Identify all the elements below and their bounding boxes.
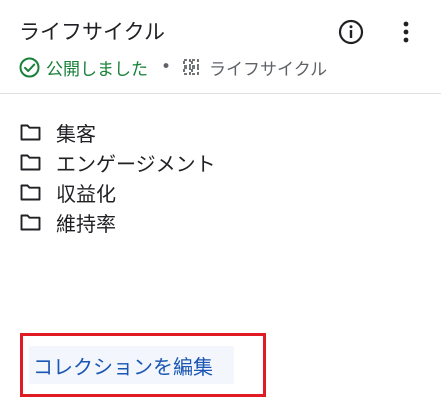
more-vert-icon	[402, 20, 410, 48]
more-options-button[interactable]	[393, 20, 419, 48]
check-circle-icon	[19, 57, 40, 78]
page-title: ライフサイクル	[19, 20, 165, 44]
folder-list: 集客 エンゲージメント 収益化 維持率	[20, 117, 216, 237]
list-item[interactable]: エンゲージメント	[20, 147, 216, 177]
folder-label: エンゲージメント	[56, 151, 216, 176]
list-item[interactable]: 収益化	[20, 177, 216, 207]
collection-icon	[181, 57, 201, 77]
list-item[interactable]: 維持率	[20, 207, 216, 237]
folder-icon	[20, 123, 41, 141]
published-status: 公開しました	[46, 59, 148, 80]
info-button[interactable]	[337, 19, 365, 49]
highlight-box: コレクションを編集	[20, 333, 266, 397]
status-row: 公開しました • ライフサイクル	[19, 55, 327, 80]
edit-collection-button[interactable]: コレクションを編集	[29, 346, 234, 384]
folder-icon	[20, 183, 41, 201]
folder-label: 維持率	[56, 211, 116, 236]
folder-icon	[20, 153, 41, 171]
info-circle-icon	[338, 19, 364, 49]
folder-label: 収益化	[56, 181, 116, 206]
separator-dot: •	[161, 57, 172, 77]
folder-icon	[20, 213, 41, 231]
list-item[interactable]: 集客	[20, 117, 216, 147]
collection-header: ライフサイクル 公開しました • ライフサイクル	[0, 0, 441, 94]
folder-label: 集客	[56, 121, 96, 146]
collection-link[interactable]: ライフサイクル	[209, 55, 327, 80]
